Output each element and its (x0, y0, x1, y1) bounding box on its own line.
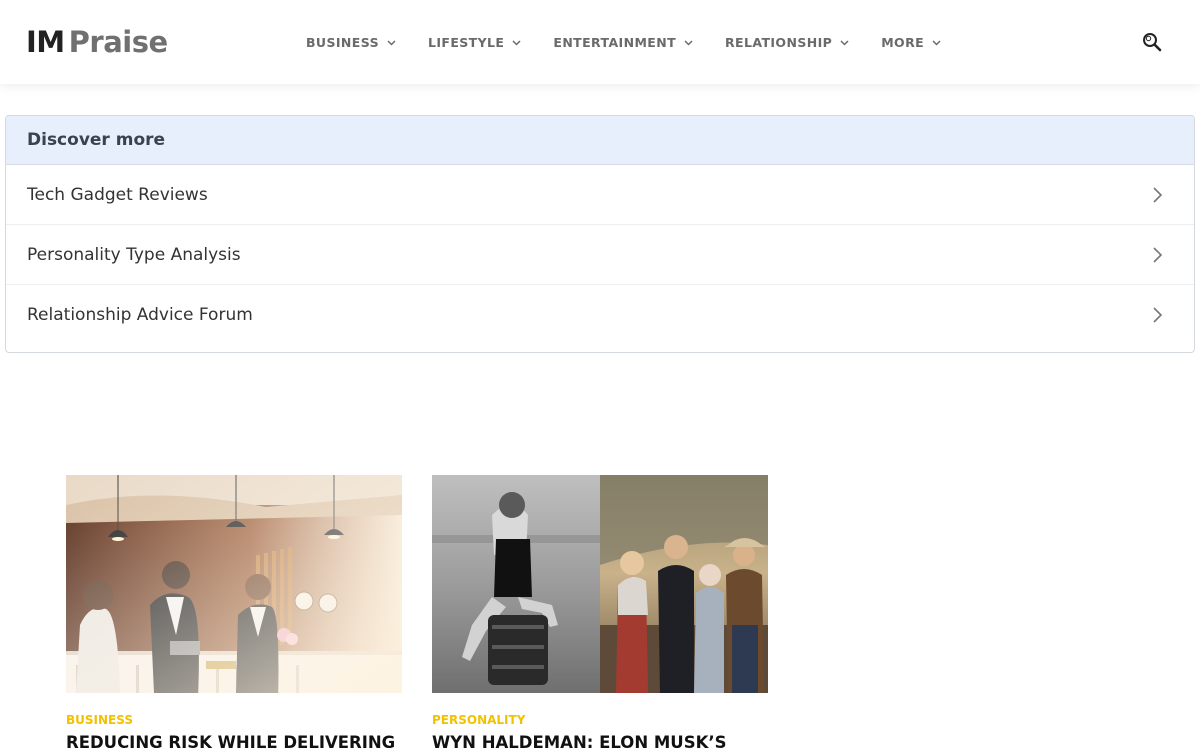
chevron-right-icon (1150, 185, 1164, 205)
nav-item-label: LIFESTYLE (427, 34, 505, 50)
search-icon[interactable] (1141, 31, 1163, 53)
site-header: IM Praise BUSINESS LIFESTYLE ENTERTAINMEN… (0, 0, 1200, 84)
discover-item-personality-type-analysis[interactable]: Personality Type Analysis (6, 225, 1194, 285)
nav-item-entertainment[interactable]: ENTERTAINMENT (553, 31, 693, 53)
discover-item-relationship-advice-forum[interactable]: Relationship Advice Forum (6, 285, 1194, 345)
discover-item-label: Tech Gadget Reviews (27, 184, 208, 205)
article-card[interactable]: BUSINESS REDUCING RISK WHILE DELIVERING (66, 475, 402, 750)
site-logo[interactable]: IM Praise (26, 22, 168, 62)
nav-item-more[interactable]: MORE (881, 31, 941, 53)
main-nav: BUSINESS LIFESTYLE ENTERTAINMENT RELATIO… (306, 31, 973, 53)
article-category[interactable]: PERSONALITY (432, 713, 768, 727)
discover-item-label: Relationship Advice Forum (27, 305, 253, 325)
chevron-down-icon (840, 38, 849, 47)
logo-praise: Praise (68, 25, 169, 59)
discover-more-title: Discover more (27, 130, 166, 150)
nav-item-lifestyle[interactable]: LIFESTYLE (428, 31, 521, 53)
chevron-down-icon (512, 38, 521, 47)
nav-item-label: BUSINESS (306, 34, 379, 50)
article-image-hotel-reception[interactable] (66, 475, 402, 693)
article-card[interactable]: PERSONALITY WYN HALDEMAN: ELON MUSK’S (432, 475, 768, 750)
nav-item-label: ENTERTAINMENT (553, 34, 677, 50)
article-title[interactable]: REDUCING RISK WHILE DELIVERING (66, 732, 402, 750)
discover-item-tech-gadget-reviews[interactable]: Tech Gadget Reviews (6, 165, 1194, 225)
nav-item-relationship[interactable]: RELATIONSHIP (725, 31, 849, 53)
nav-item-business[interactable]: BUSINESS (306, 31, 396, 53)
discover-more-header: Discover more (6, 116, 1194, 165)
chevron-right-icon (1150, 305, 1164, 325)
chevron-down-icon (387, 38, 396, 47)
chevron-down-icon (932, 38, 941, 47)
article-image-haldeman-collage[interactable] (432, 475, 768, 693)
discover-item-label: Personality Type Analysis (27, 244, 241, 265)
chevron-down-icon (684, 38, 693, 47)
discover-more-panel: Discover more Tech Gadget Reviews Person… (5, 115, 1195, 353)
logo-im: IM (26, 25, 65, 59)
article-title[interactable]: WYN HALDEMAN: ELON MUSK’S (432, 732, 768, 750)
nav-item-label: MORE (881, 34, 925, 50)
article-category[interactable]: BUSINESS (66, 713, 402, 727)
nav-item-label: RELATIONSHIP (725, 34, 833, 50)
chevron-right-icon (1150, 245, 1164, 265)
